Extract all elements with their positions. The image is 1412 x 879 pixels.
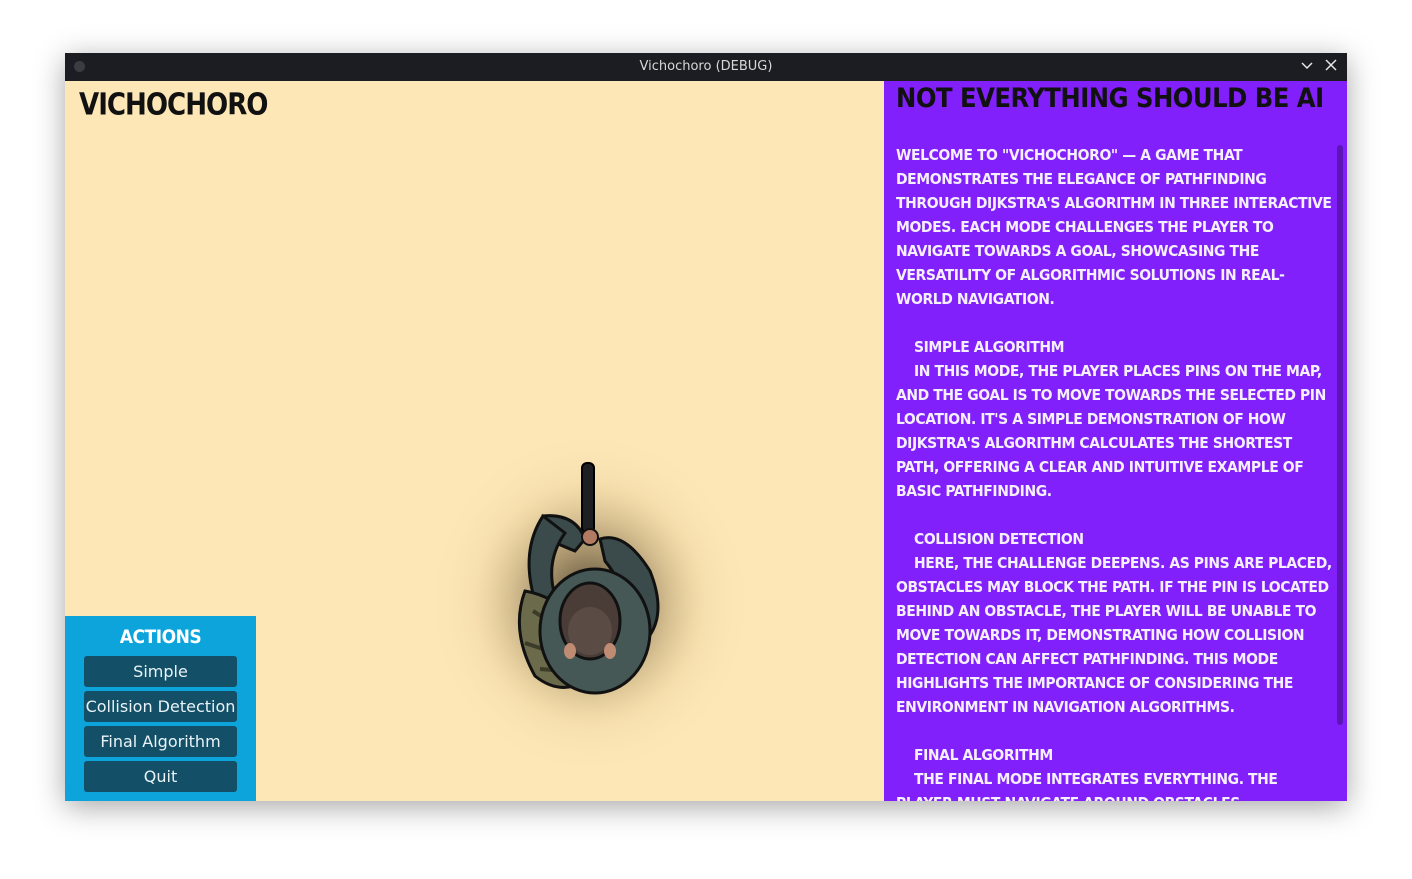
actions-title: ACTIONS (119, 626, 202, 648)
collision-detection-button[interactable]: Collision Detection (84, 691, 237, 722)
section-simple: Simple Algorithm In this mode, the playe… (896, 335, 1332, 503)
section-body (896, 554, 914, 572)
chevron-down-icon[interactable] (1297, 57, 1317, 77)
scrollbar[interactable] (1337, 145, 1343, 725)
game-title: VICHOCHORO (79, 86, 268, 122)
simple-button[interactable]: Simple (84, 656, 237, 687)
player-character (425, 428, 755, 777)
intro-paragraph: Welcome to "Vichochoro" — a game that de… (896, 146, 1332, 308)
section-heading: Simple Algorithm (914, 338, 1065, 356)
actions-panel: ACTIONS Simple Collision Detection Final… (65, 616, 256, 801)
panel-text: Welcome to "Vichochoro" — a game that de… (896, 143, 1332, 801)
section-body-text: In this mode, the player places pins on … (896, 362, 1326, 500)
info-panel[interactable]: Not everything should be AI Welcome to "… (884, 81, 1347, 801)
app-window: Vichochoro (DEBUG) VICHOCHORO ACTIONS Si… (65, 53, 1347, 801)
section-body (896, 362, 914, 380)
window-title: Vichochoro (DEBUG) (639, 59, 773, 74)
section-heading: Final Algorithm (914, 746, 1053, 764)
panel-title: Not everything should be AI (896, 83, 1324, 114)
section-body (896, 770, 914, 788)
title-bar: Vichochoro (DEBUG) (65, 53, 1347, 81)
section-final: Final Algorithm The final mode integrate… (896, 743, 1332, 801)
section-body-text: Here, the challenge deepens. As pins are… (896, 554, 1332, 716)
game-viewport[interactable]: VICHOCHORO ACTIONS Simple Collision Dete… (65, 81, 884, 801)
section-body-text: The final mode integrates everything. Th… (896, 770, 1278, 801)
section-heading: Collision Detection (914, 530, 1084, 548)
final-algorithm-button[interactable]: Final Algorithm (84, 726, 237, 757)
section-collision: Collision Detection Here, the challenge … (896, 527, 1332, 719)
close-icon[interactable] (1321, 57, 1341, 77)
quit-button[interactable]: Quit (84, 761, 237, 792)
